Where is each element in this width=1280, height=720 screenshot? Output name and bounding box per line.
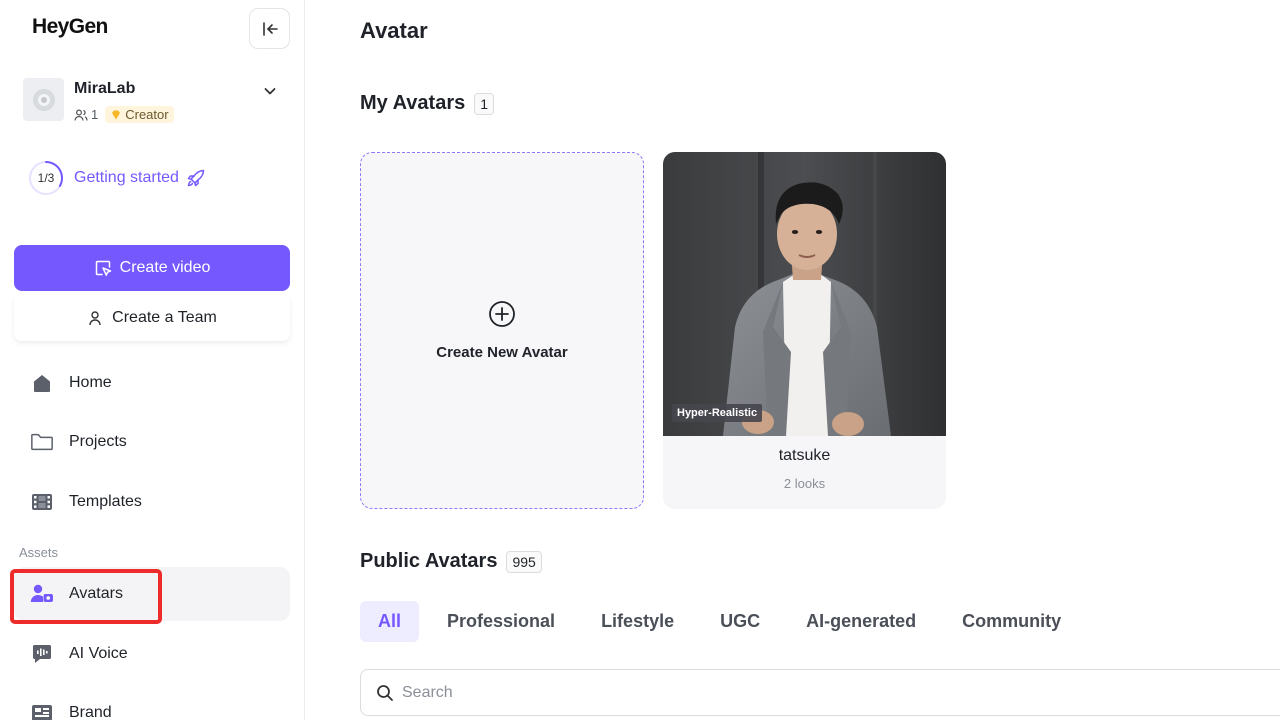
avatar-card[interactable]: Hyper-Realistic tatsuke 2 looks bbox=[663, 152, 946, 509]
collapse-sidebar-button[interactable] bbox=[249, 8, 290, 49]
plan-label: Creator bbox=[125, 107, 169, 122]
assets-section-label: Assets bbox=[19, 545, 59, 560]
sidebar-item-ai-voice[interactable]: AI Voice bbox=[14, 627, 290, 681]
create-new-avatar-label: Create New Avatar bbox=[436, 344, 568, 361]
film-icon bbox=[30, 490, 54, 514]
sidebar-item-label: Projects bbox=[69, 433, 127, 450]
getting-started-link[interactable]: 1/3 Getting started bbox=[28, 160, 206, 196]
chevron-down-icon bbox=[264, 88, 276, 95]
avatar-thumbnail: Hyper-Realistic bbox=[663, 152, 946, 436]
create-new-avatar-card[interactable]: Create New Avatar bbox=[360, 152, 644, 509]
create-video-label: Create video bbox=[119, 259, 211, 276]
getting-started-label: Getting started bbox=[74, 169, 179, 186]
sidebar-item-label: Templates bbox=[69, 493, 142, 510]
sidebar-item-label: Avatars bbox=[69, 585, 123, 602]
workspace-avatar bbox=[23, 78, 64, 121]
search-input[interactable] bbox=[402, 683, 902, 702]
tab-community[interactable]: Community bbox=[944, 601, 1079, 642]
folder-icon bbox=[30, 430, 54, 454]
brand-icon bbox=[30, 701, 54, 720]
sidebar-item-templates[interactable]: Templates bbox=[14, 475, 290, 529]
create-video-button[interactable]: Create video bbox=[14, 245, 290, 291]
cursor-icon bbox=[95, 260, 111, 276]
create-team-button[interactable]: Create a Team bbox=[14, 295, 290, 341]
avatar-name: tatsuke bbox=[778, 447, 831, 464]
plus-circle-icon bbox=[489, 301, 515, 327]
workspace-chevron[interactable] bbox=[263, 84, 277, 103]
my-avatars-header: My Avatars 1 bbox=[360, 92, 495, 115]
sidebar-item-label: Home bbox=[69, 374, 112, 391]
tab-lifestyle[interactable]: Lifestyle bbox=[583, 601, 692, 642]
search-icon bbox=[377, 684, 393, 701]
members-icon bbox=[74, 108, 88, 121]
my-avatars-title: My Avatars bbox=[360, 92, 466, 114]
sidebar: HeyGen MiraLab 1 Creator 1/3 Getting sta… bbox=[0, 0, 305, 720]
workspace-meta: 1 Creator bbox=[74, 106, 174, 123]
home-icon bbox=[30, 371, 54, 395]
public-avatars-count: 995 bbox=[506, 550, 542, 573]
workspace-switcher[interactable]: MiraLab 1 Creator bbox=[23, 78, 285, 124]
workspace-logo-icon bbox=[32, 88, 55, 111]
search-box[interactable] bbox=[360, 669, 1280, 716]
workspace-members: 1 bbox=[74, 107, 98, 122]
tab-ai-generated[interactable]: AI-generated bbox=[788, 601, 934, 642]
progress-ring: 1/3 bbox=[28, 160, 64, 196]
rocket-icon bbox=[186, 168, 206, 188]
page-title: Avatar bbox=[360, 18, 428, 43]
voice-icon bbox=[30, 642, 54, 666]
plan-badge: Creator bbox=[105, 106, 174, 123]
avatar-icon bbox=[30, 582, 54, 606]
sidebar-item-projects[interactable]: Projects bbox=[14, 415, 290, 469]
progress-text: 1/3 bbox=[37, 171, 55, 185]
tab-professional[interactable]: Professional bbox=[429, 601, 573, 642]
main-content: Avatar My Avatars 1 Create New Avatar Hy… bbox=[305, 0, 1280, 720]
collapse-left-icon bbox=[262, 21, 278, 36]
hyper-realistic-tag: Hyper-Realistic bbox=[672, 404, 763, 422]
public-avatars-header: Public Avatars 995 bbox=[360, 550, 542, 573]
workspace-members-count: 1 bbox=[91, 107, 99, 122]
sidebar-item-avatars[interactable]: Avatars bbox=[14, 567, 290, 621]
avatar-looks-count: 2 looks bbox=[783, 476, 826, 491]
create-team-label: Create a Team bbox=[112, 309, 217, 326]
public-avatar-tabs: All Professional Lifestyle UGC AI-genera… bbox=[360, 601, 1089, 642]
my-avatars-count: 1 bbox=[474, 92, 495, 115]
workspace-name: MiraLab bbox=[74, 80, 136, 97]
sidebar-item-label: AI Voice bbox=[69, 645, 128, 662]
sidebar-item-home[interactable]: Home bbox=[14, 356, 290, 410]
user-icon bbox=[89, 311, 101, 326]
heygen-logo[interactable]: HeyGen bbox=[32, 15, 108, 39]
sidebar-item-brand[interactable]: Brand bbox=[14, 686, 290, 720]
tab-ugc[interactable]: UGC bbox=[702, 601, 778, 642]
tab-all[interactable]: All bbox=[360, 601, 420, 642]
public-avatars-title: Public Avatars bbox=[360, 550, 498, 572]
diamond-icon bbox=[112, 110, 121, 119]
sidebar-item-label: Brand bbox=[69, 704, 112, 720]
avatar-portrait-image bbox=[663, 152, 946, 436]
